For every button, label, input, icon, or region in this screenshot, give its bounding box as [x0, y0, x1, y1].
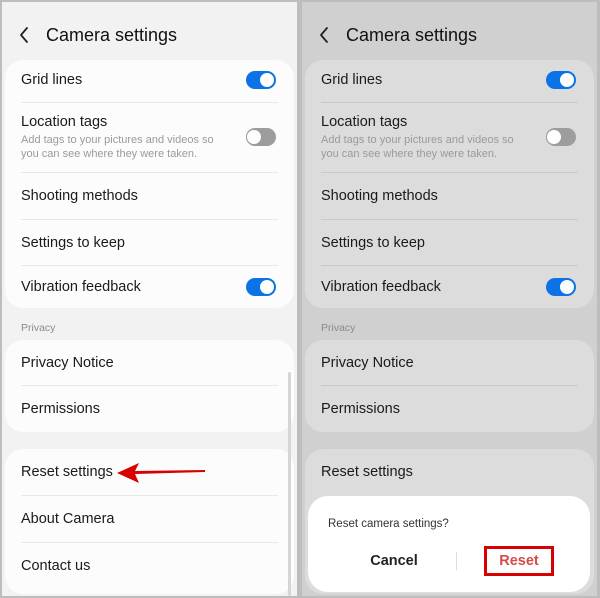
setting-label: Shooting methods [321, 188, 438, 204]
setting-label: Contact us [21, 558, 91, 574]
camera-settings-screen-right: Camera settings Grid lines Location tags… [302, 2, 597, 596]
page-title: Camera settings [46, 24, 178, 45]
setting-settings-to-keep[interactable]: Settings to keep [5, 220, 294, 266]
setting-label: Settings to keep [321, 235, 425, 251]
setting-privacy-notice[interactable]: Privacy Notice [305, 340, 594, 386]
settings-card: Grid lines Location tags Add tags to you… [305, 60, 594, 308]
section-label-privacy: Privacy [321, 322, 356, 334]
setting-description: Add tags to your pictures and videos so y… [321, 133, 514, 160]
location-tags-toggle[interactable] [246, 128, 276, 146]
setting-label: Reset settings [321, 464, 413, 480]
vibration-feedback-toggle[interactable] [246, 278, 276, 296]
back-button[interactable] [18, 20, 34, 50]
setting-label: Reset settings [21, 464, 113, 480]
setting-label: Location tags [321, 113, 408, 130]
setting-label: Grid lines [21, 72, 83, 88]
settings-card: Grid lines Location tags Add tags to you… [5, 60, 294, 308]
setting-label: Grid lines [321, 72, 383, 88]
section-label-privacy: Privacy [21, 322, 56, 334]
setting-description: Add tags to your pictures and videos so y… [21, 133, 214, 160]
dialog-question: Reset camera settings? [328, 518, 449, 530]
setting-label: About Camera [21, 511, 115, 527]
setting-grid-lines[interactable]: Grid lines [5, 60, 294, 100]
setting-label: Permissions [321, 401, 400, 417]
setting-label: Vibration feedback [321, 279, 441, 295]
grid-lines-toggle[interactable] [546, 71, 576, 89]
vibration-feedback-toggle[interactable] [546, 278, 576, 296]
button-separator [456, 552, 457, 570]
setting-about-camera[interactable]: About Camera [5, 496, 294, 542]
setting-label: Shooting methods [21, 188, 138, 204]
header: Camera settings [18, 20, 177, 50]
divider [321, 102, 578, 103]
setting-label: Permissions [21, 401, 100, 417]
setting-label: Location tags [21, 113, 108, 130]
red-arrow-icon [117, 463, 205, 483]
setting-label: Settings to keep [21, 235, 125, 251]
setting-reset-settings[interactable]: Reset settings [305, 449, 594, 495]
setting-contact-us[interactable]: Contact us [5, 543, 294, 589]
divider [21, 102, 278, 103]
back-button[interactable] [318, 20, 334, 50]
scrollbar[interactable] [288, 372, 291, 596]
page-title: Camera settings [346, 24, 478, 45]
grid-lines-toggle[interactable] [246, 71, 276, 89]
reset-button[interactable]: Reset [484, 546, 554, 576]
chevron-left-icon [20, 27, 28, 43]
setting-shooting-methods[interactable]: Shooting methods [5, 173, 294, 219]
setting-shooting-methods[interactable]: Shooting methods [305, 173, 594, 219]
setting-settings-to-keep[interactable]: Settings to keep [305, 220, 594, 266]
camera-settings-screen-left: Camera settings Grid lines Location tags… [2, 2, 297, 596]
setting-label: Vibration feedback [21, 279, 141, 295]
setting-vibration-feedback[interactable]: Vibration feedback [305, 266, 594, 308]
reset-confirm-dialog: Reset camera settings? Cancel Reset [308, 496, 590, 592]
header: Camera settings [318, 20, 477, 50]
chevron-left-icon [320, 27, 328, 43]
setting-vibration-feedback[interactable]: Vibration feedback [5, 266, 294, 308]
setting-grid-lines[interactable]: Grid lines [305, 60, 594, 100]
privacy-card: Privacy Notice Permissions [5, 340, 294, 432]
setting-permissions[interactable]: Permissions [305, 386, 594, 432]
privacy-card: Privacy Notice Permissions [305, 340, 594, 432]
setting-label: Privacy Notice [21, 355, 114, 371]
setting-permissions[interactable]: Permissions [5, 386, 294, 432]
setting-privacy-notice[interactable]: Privacy Notice [5, 340, 294, 386]
setting-label: Privacy Notice [321, 355, 414, 371]
location-tags-toggle[interactable] [546, 128, 576, 146]
cancel-button[interactable]: Cancel [344, 546, 444, 576]
